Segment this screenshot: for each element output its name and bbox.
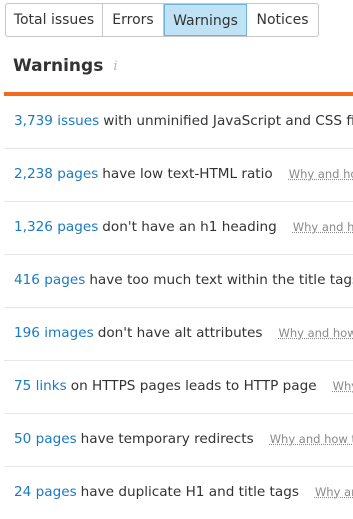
issue-row: 50 pages have temporary redirects Why an… [4, 414, 353, 467]
issue-count-link[interactable]: 75 links [14, 378, 67, 394]
issue-description: don't have alt attributes [97, 325, 263, 341]
why-and-how-link[interactable]: Why and ho [315, 485, 353, 499]
issue-count-link[interactable]: 416 pages [14, 272, 85, 288]
section-title: Warnings [13, 56, 104, 76]
issue-count-link[interactable]: 24 pages [14, 484, 77, 500]
issue-description: don't have an h1 heading [102, 219, 277, 235]
issue-description: have too much text within the title tags [89, 272, 353, 288]
issue-type-tabs: Total issues Errors Warnings Notices [5, 3, 319, 37]
why-and-how-link[interactable]: Why and how to fix [278, 326, 353, 340]
why-and-how-link[interactable]: Why and how to [289, 167, 353, 181]
issue-count-link[interactable]: 50 pages [14, 431, 77, 447]
info-icon[interactable]: i [113, 59, 117, 74]
tab-total-issues[interactable]: Total issues [6, 4, 103, 36]
issue-description: have low text-HTML ratio [102, 166, 273, 182]
issue-description: with unminified JavaScript and CSS files [103, 113, 353, 129]
issue-row: 1,326 pages don't have an h1 heading Why… [4, 202, 353, 255]
issue-count-link[interactable]: 1,326 pages [14, 219, 98, 235]
why-and-how-link[interactable]: Why and how to [293, 220, 353, 234]
issue-row: 196 images don't have alt attributes Why… [4, 308, 353, 361]
issue-row: 2,238 pages have low text-HTML ratio Why… [4, 149, 353, 202]
issues-list: 3,739 issues with unminified JavaScript … [4, 96, 353, 519]
issue-description: have temporary redirects [80, 431, 254, 447]
issue-count-link[interactable]: 3,739 issues [14, 113, 99, 129]
issue-count-link[interactable]: 2,238 pages [14, 166, 98, 182]
issue-row: 75 links on HTTPS pages leads to HTTP pa… [4, 361, 353, 414]
tab-notices[interactable]: Notices [247, 4, 318, 36]
issue-description: on HTTPS pages leads to HTTP page [70, 378, 317, 394]
issue-row: 24 pages have duplicate H1 and title tag… [4, 467, 353, 519]
issue-row: 416 pages have too much text within the … [4, 255, 353, 308]
why-and-how-link[interactable]: Why and how to fix it [270, 432, 353, 446]
section-header: Warnings i [13, 56, 118, 76]
tab-warnings[interactable]: Warnings [164, 4, 247, 36]
issue-description: have duplicate H1 and title tags [80, 484, 299, 500]
issue-row: 3,739 issues with unminified JavaScript … [4, 96, 353, 149]
issue-count-link[interactable]: 196 images [14, 325, 94, 341]
tab-errors[interactable]: Errors [103, 4, 164, 36]
why-and-how-link[interactable]: Why and [333, 379, 353, 393]
